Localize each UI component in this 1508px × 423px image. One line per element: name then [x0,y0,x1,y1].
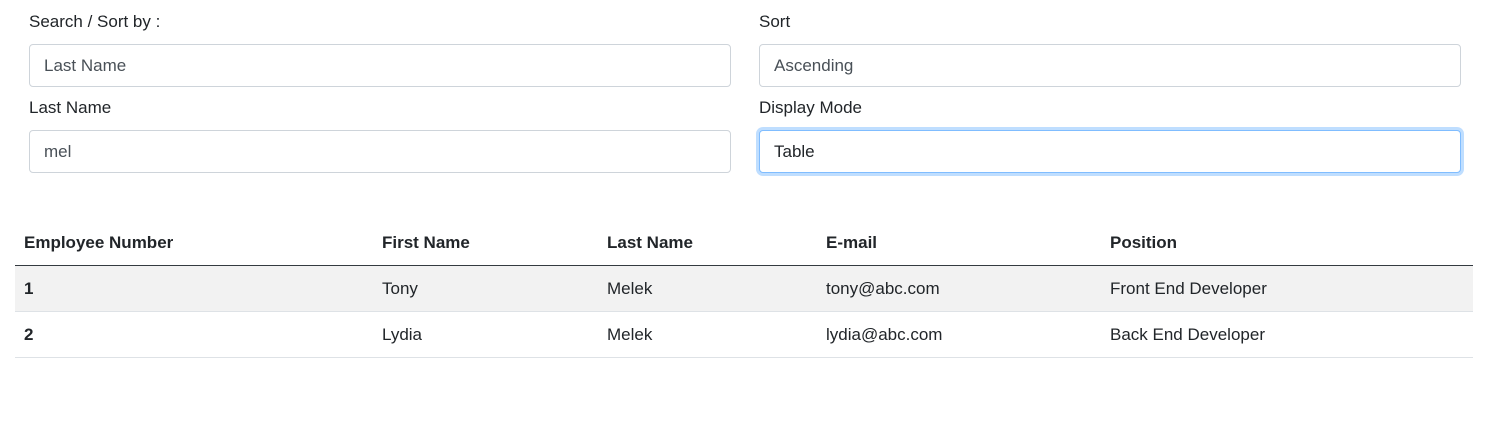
header-last-name: Last Name [598,220,817,266]
display-mode-group: Display Mode Table [759,97,1461,173]
display-mode-select[interactable]: Table [759,130,1461,173]
cell-employee-number: 2 [15,311,373,358]
header-employee-number: Employee Number [15,220,373,266]
cell-email: tony@abc.com [817,265,1101,312]
employee-search-page: Search / Sort by : Last Name Sort Ascend… [0,0,1508,423]
header-email: E-mail [817,220,1101,266]
header-position: Position [1101,220,1473,266]
sort-value: Ascending [774,55,854,75]
header-first-name: First Name [373,220,598,266]
sort-select[interactable]: Ascending [759,44,1461,87]
display-mode-value: Table [774,141,815,161]
sort-label: Sort [759,12,791,31]
cell-position: Back End Developer [1101,311,1473,358]
cell-employee-number: 1 [15,265,373,312]
table-header-row: Employee Number First Name Last Name E-m… [15,220,1473,266]
filter-form: Search / Sort by : Last Name Sort Ascend… [29,0,1461,173]
search-sort-by-value: Last Name [44,55,127,75]
table-row: 2 Lydia Melek lydia@abc.com Back End Dev… [15,311,1473,358]
cell-first-name: Tony [373,265,598,312]
employee-table: Employee Number First Name Last Name E-m… [15,220,1473,358]
cell-first-name: Lydia [373,311,598,358]
cell-last-name: Melek [598,265,817,312]
cell-last-name: Melek [598,311,817,358]
cell-email: lydia@abc.com [817,311,1101,358]
last-name-value: mel [44,141,72,161]
display-mode-label: Display Mode [759,98,862,117]
last-name-label: Last Name [29,98,112,117]
cell-position: Front End Developer [1101,265,1473,312]
search-sort-by-select[interactable]: Last Name [29,44,731,87]
sort-group: Sort Ascending [759,11,1461,87]
table-row: 1 Tony Melek tony@abc.com Front End Deve… [15,265,1473,312]
last-name-input[interactable]: mel [29,130,731,173]
last-name-group: Last Name mel [29,97,731,173]
search-sort-by-group: Search / Sort by : Last Name [29,11,731,87]
search-sort-by-label: Search / Sort by : [29,12,161,31]
